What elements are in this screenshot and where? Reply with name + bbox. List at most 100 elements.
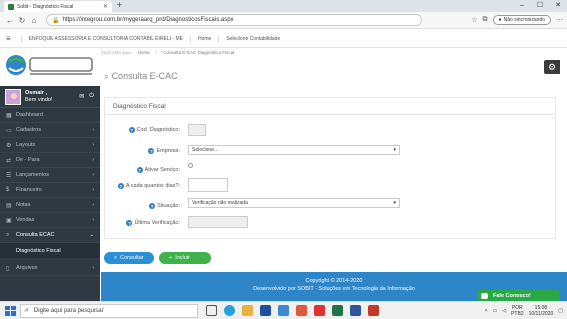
help-icon[interactable]: ? [128,127,135,133]
sidebar-item-dashboard[interactable]: ▦ Dashboard [0,108,100,123]
more-icon[interactable]: ⋯ [556,16,563,24]
sidebar-item-financeiro[interactable]: $ Financeiro › [0,183,100,198]
windows-start-icon[interactable] [3,304,17,318]
app-icon[interactable] [296,305,307,316]
help-icon[interactable]: ? [148,148,155,154]
sidebar-item-arquivos[interactable]: ▯ Arquivos › [0,261,100,276]
chevron-right-icon: › [92,127,94,133]
home-icon[interactable]: ⌂ [28,16,40,25]
sidebar-item-de-para[interactable]: ⇄ De - Para › [0,153,100,168]
clock-date: 10/11/2020 [528,310,554,317]
sidebar-item-notas[interactable]: ▤ Notas › [0,198,100,213]
sidebar-subitem-diagnostico-fiscal[interactable]: Diagnóstico Fiscal [0,243,100,258]
store-icon[interactable] [260,305,271,316]
help-icon[interactable]: ? [117,183,124,189]
menu-toggle-icon[interactable]: ≡ [6,34,11,43]
app-top-nav: ≡ ENFOQUE ASSESSORIA E CONSULTORIA CONTA… [0,30,567,48]
system-tray: ˄ ▭ ◁ POR PTB2 15:08 10/11/2020 ▢ [485,305,563,317]
breadcrumb-home[interactable]: Home [138,50,150,55]
tab-title: Sobit - Diagnóstico Fiscal [17,3,74,10]
empresa-value: Selecione... [192,147,219,153]
minimize-icon[interactable]: – [513,0,531,11]
sidebar-item-label: Cadastros [16,127,42,133]
cod-row: ? Cod. Diagnóstico: [105,125,180,135]
network-icon[interactable]: ▭ [493,308,498,314]
sidebar-item-vendas[interactable]: ▣ Vendas › [0,213,100,228]
close-window-icon[interactable]: ✕ [549,0,567,11]
collections-icon[interactable]: ⧉ [483,16,488,24]
nav-home-link[interactable]: Home [189,35,218,42]
exchange-icon: ⇄ [6,157,12,164]
excel-icon[interactable] [332,305,343,316]
situacao-label: Situação: [157,203,180,209]
consultar-button[interactable]: ⌕ Consultar [104,252,154,264]
chevron-right-icon: › [92,157,94,163]
folder-icon: ▭ [6,127,12,134]
company-name[interactable]: ENFOQUE ASSESSORIA E CONSULTORIA CONTABI… [20,35,190,42]
help-icon[interactable]: ? [126,220,133,226]
help-icon[interactable]: ? [136,167,143,173]
plus-icon: + [169,255,173,261]
situacao-select[interactable]: Verificação não realizada ▾ [188,198,400,208]
taskbar-apps [206,305,379,316]
maximize-icon[interactable]: ☐ [531,0,549,11]
refresh-icon[interactable]: ↻ [16,16,28,25]
outlook-icon[interactable] [368,305,379,316]
word-icon[interactable] [350,305,361,316]
sidebar-item-consulta-ecac[interactable]: ⌕ Consulta ECAC ⌄ [0,228,100,243]
user-panel: Osmair , Bem vindo! ✉ ⏻ [0,86,100,108]
volume-icon[interactable]: ◁ [502,308,506,314]
user-name: Osmair , [25,89,48,96]
notifications-icon[interactable]: ▢ [558,308,563,314]
close-tab-icon[interactable]: ✕ [103,3,108,10]
profile-sync-button[interactable]: ● Não sincronizando [492,15,551,25]
empresa-select[interactable]: Selecione... ▾ [188,145,400,155]
chat-label: Fale Conosco! [493,293,531,299]
nav-select-contabilidade[interactable]: Selecione Contabilidade [218,35,287,42]
cart-icon: ▣ [6,217,12,224]
url-field[interactable]: 🔒 https://integrou.com.br/mygeraarq_prd/… [46,14,422,26]
sidebar-item-lancamentos[interactable]: ☰ Lançamentos › [0,168,100,183]
incluir-button[interactable]: + Incluir [159,252,211,264]
tray-chevron-icon[interactable]: ˄ [485,308,488,314]
settings-gear-icon[interactable]: ⚙ [544,60,560,74]
pdf-icon[interactable] [314,305,325,316]
ultima-label: Última Verificação: [134,220,180,226]
sidebar-item-label: Notas [16,202,31,208]
sidebar-item-label: Arquivos [16,265,38,271]
dias-label: A cada quantos dias?: [125,183,180,189]
file-explorer-icon[interactable] [242,305,253,316]
mail-icon[interactable] [278,305,289,316]
avatar [5,88,21,105]
help-icon[interactable]: ? [149,203,156,209]
sidebar-item-label: Lançamentos [16,172,50,178]
language-indicator[interactable]: POR PTB2 [511,305,524,317]
task-view-icon[interactable] [206,305,217,316]
dias-input[interactable] [188,178,228,192]
sidebar-item-cadastros[interactable]: ▭ Cadastros › [0,123,100,138]
sidebar: Osmair , Bem vindo! ✉ ⏻ ▦ Dashboard ▭ Ca… [0,86,100,301]
empresa-label: Empresa: [156,148,180,154]
new-tab-button[interactable]: + [117,0,122,10]
lock-icon: 🔒 [52,17,60,24]
window-controls: – ☐ ✕ [513,0,567,11]
file-icon: ▯ [6,265,10,272]
footer-copyright: Copyright © 2014-2020 [305,278,363,284]
back-icon[interactable]: ← [4,16,16,25]
windows-taskbar: ⌕ Digite aqui para pesquisar ˄ ▭ ◁ POR P… [0,301,567,319]
taskbar-search-input[interactable]: ⌕ Digite aqui para pesquisar [20,303,198,318]
clock[interactable]: 15:08 10/11/2020 [529,305,554,317]
ultima-verificacao-field [188,216,248,228]
search-icon: ⌕ [6,231,10,238]
edge-icon[interactable] [224,305,235,316]
situacao-row: ? Situação: [105,201,180,211]
sidebar-item-layouts[interactable]: ⚙ Layouts › [0,138,100,153]
url-text: https://integrou.com.br/mygeraarq_prd/Di… [62,17,234,23]
ativar-servico-checkbox[interactable] [188,163,193,168]
favorites-icon[interactable]: ☆ [471,16,477,24]
browser-tab[interactable]: Sobit - Diagnóstico Fiscal ✕ [4,1,112,12]
sidebar-item-label: Financeiro [16,187,42,193]
consultar-label: Consultar [120,255,144,261]
message-icon[interactable]: ✉ [79,93,84,100]
power-icon[interactable]: ⏻ [89,93,94,100]
